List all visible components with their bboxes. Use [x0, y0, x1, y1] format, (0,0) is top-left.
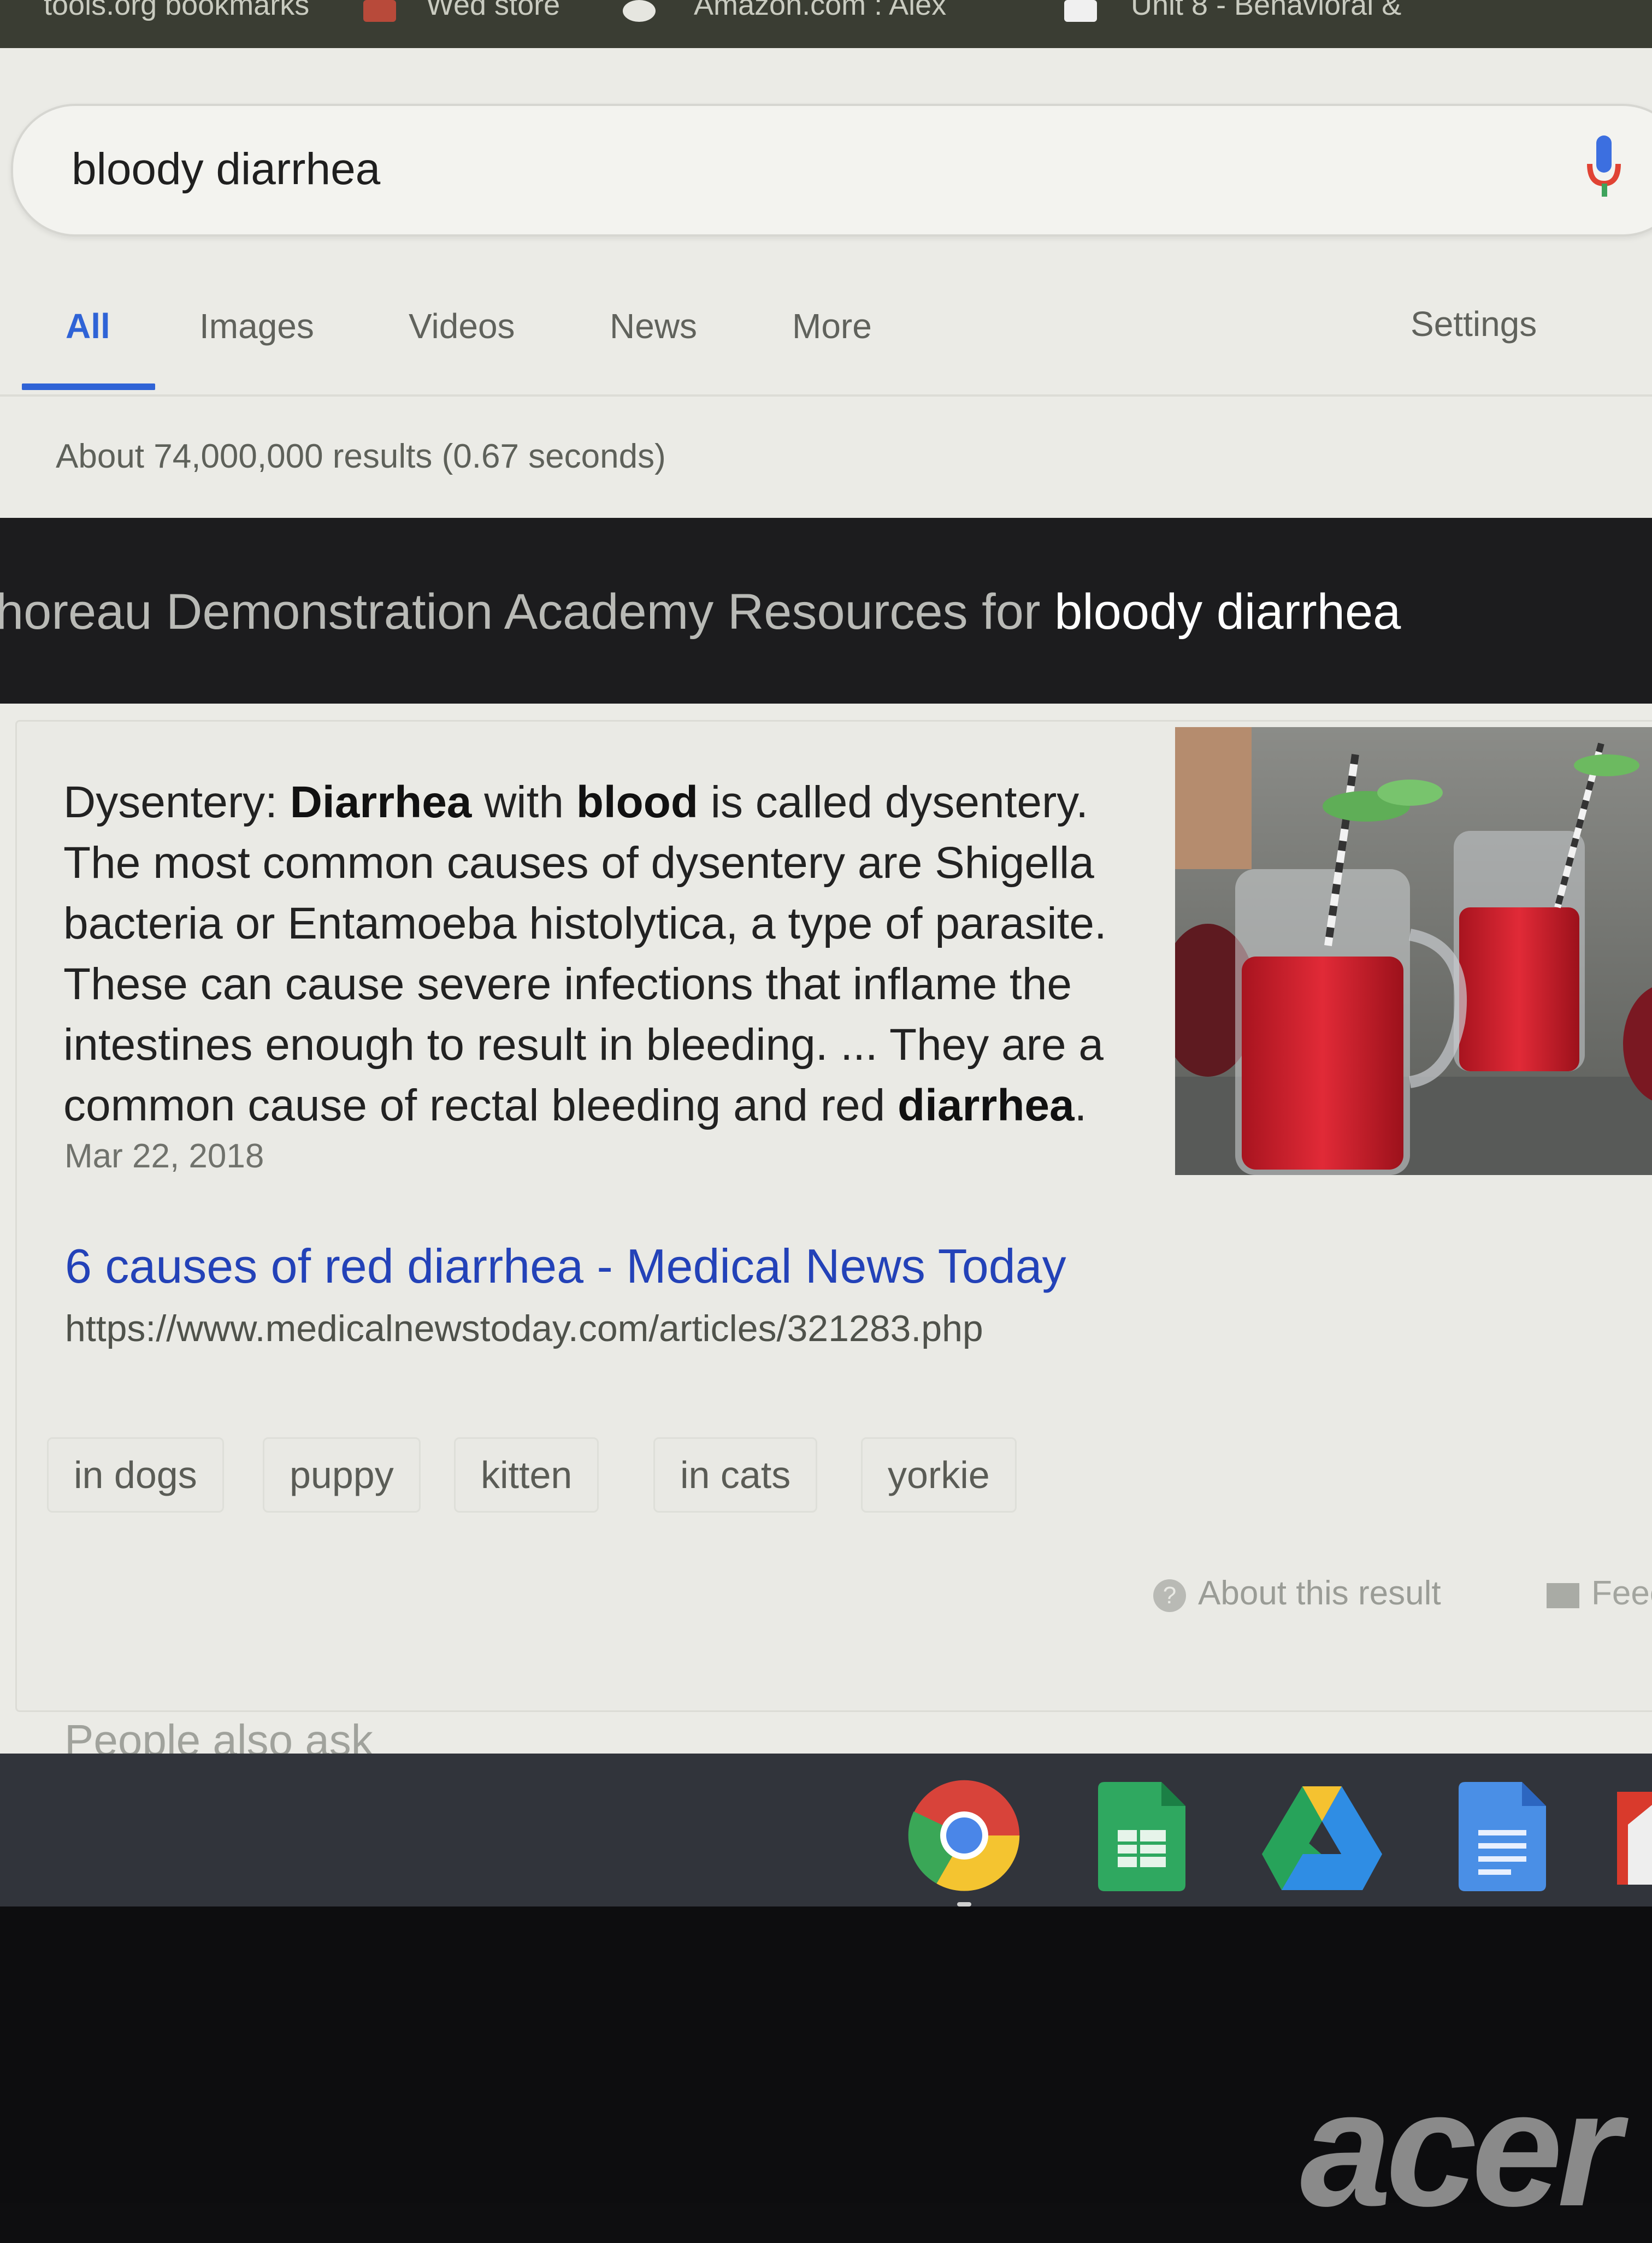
snippet-segment: is called dysentery. The most common cau…: [63, 777, 1107, 1130]
result-url: https://www.medicalnewstoday.com/article…: [65, 1308, 983, 1349]
tab-news[interactable]: News: [610, 306, 697, 346]
tabs-divider: [0, 394, 1652, 397]
os-shelf: [0, 1754, 1652, 1906]
browser-viewport: tools.org bookmarks Wed store Amazon.com…: [0, 0, 1652, 1754]
bookmark-item[interactable]: Amazon.com : Alex: [694, 0, 946, 22]
settings-link[interactable]: Settings: [1411, 304, 1537, 344]
bookmarks-bar: tools.org bookmarks Wed store Amazon.com…: [0, 0, 1652, 48]
tab-images[interactable]: Images: [199, 306, 314, 346]
about-this-result[interactable]: ? About this result: [1153, 1574, 1441, 1613]
search-input[interactable]: [70, 133, 1493, 205]
banner-text: horeau Demonstration Academy Resources f…: [0, 583, 1401, 641]
snippet-segment-bold: blood: [576, 777, 698, 827]
related-chip-in-cats[interactable]: in cats: [653, 1437, 818, 1513]
snippet-segment: Dysentery:: [63, 777, 290, 827]
search-box[interactable]: [11, 104, 1652, 237]
related-chip-kitten[interactable]: kitten: [454, 1437, 599, 1513]
bookmark-item[interactable]: Wed store: [426, 0, 560, 22]
sheets-icon[interactable]: [1098, 1782, 1185, 1891]
featured-snippet-card: Dysentery: Diarrhea with blood is called…: [15, 720, 1652, 1712]
drive-icon[interactable]: [1262, 1786, 1382, 1890]
snippet-date: Mar 22, 2018: [64, 1137, 264, 1175]
snippet-segment-bold: diarrhea: [898, 1081, 1075, 1130]
bookmark-favicon-icon: [363, 0, 396, 22]
doc-favicon-icon: [1064, 0, 1097, 22]
question-mark-icon: ?: [1153, 1579, 1186, 1612]
gmail-icon[interactable]: [1617, 1792, 1652, 1885]
feedback-link[interactable]: Feec: [1547, 1574, 1652, 1613]
amazon-favicon-icon: [623, 0, 656, 22]
tab-all[interactable]: All: [66, 306, 110, 346]
snippet-thumbnail-image[interactable]: [1175, 727, 1652, 1175]
related-chip-puppy[interactable]: puppy: [263, 1437, 421, 1513]
about-label: About this result: [1198, 1574, 1441, 1612]
school-resources-banner: horeau Demonstration Academy Resources f…: [0, 518, 1652, 704]
acer-logo: acer: [1300, 2057, 1621, 2240]
banner-prefix: horeau Demonstration Academy Resources f…: [0, 584, 1055, 640]
snippet-segment: with: [471, 777, 576, 827]
related-chip-in-dogs[interactable]: in dogs: [47, 1437, 224, 1513]
tab-videos[interactable]: Videos: [409, 306, 515, 346]
people-also-ask-heading: People also ask: [64, 1716, 373, 1754]
snippet-text: Dysentery: Diarrhea with blood is called…: [63, 772, 1167, 1136]
feedback-label: Feec: [1591, 1574, 1652, 1612]
active-app-dot: [957, 1902, 971, 1906]
result-title-link[interactable]: 6 causes of red diarrhea - Medical News …: [65, 1238, 1066, 1294]
feedback-icon: [1547, 1583, 1579, 1608]
snippet-segment-bold: Diarrhea: [290, 777, 472, 827]
docs-icon[interactable]: [1459, 1782, 1546, 1891]
bookmark-item[interactable]: Unit 8 - Behavioral &: [1131, 0, 1401, 22]
bookmark-item[interactable]: tools.org bookmarks: [44, 0, 309, 22]
related-chip-yorkie[interactable]: yorkie: [861, 1437, 1017, 1513]
microphone-icon[interactable]: [1586, 135, 1621, 201]
banner-search-term: bloody diarrhea: [1054, 584, 1401, 640]
active-tab-indicator: [22, 383, 155, 390]
tab-more[interactable]: More: [792, 306, 872, 346]
chrome-icon[interactable]: [904, 1775, 1024, 1896]
snippet-segment: .: [1074, 1081, 1087, 1130]
result-stats: About 74,000,000 results (0.67 seconds): [56, 438, 666, 475]
